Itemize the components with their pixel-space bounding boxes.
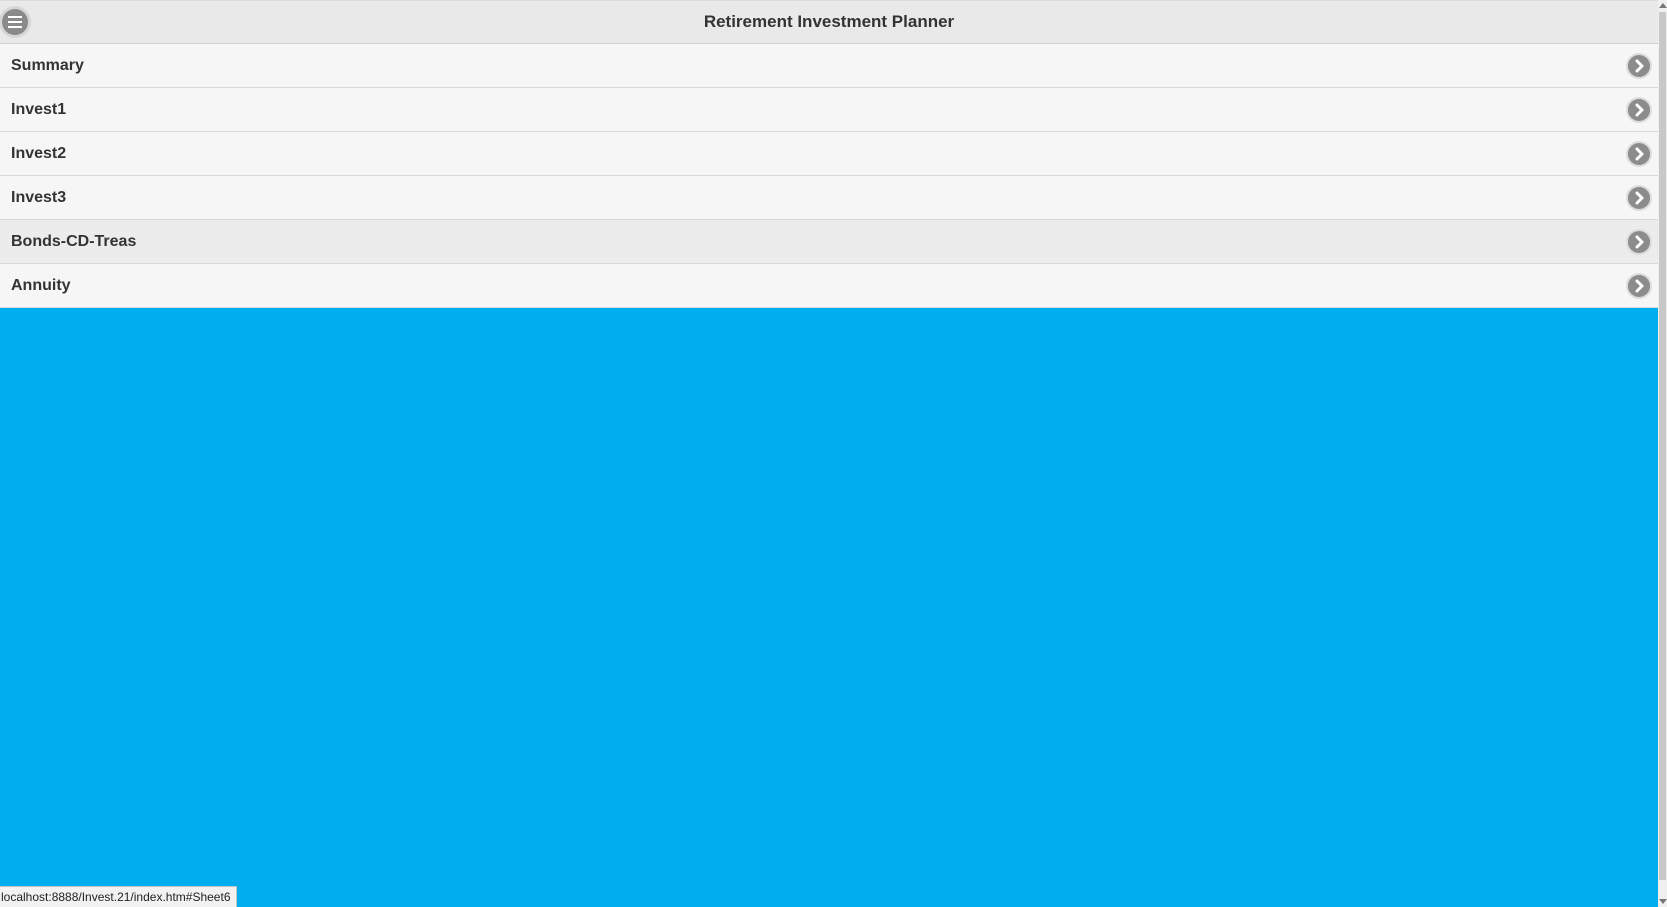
chevron-right-icon[interactable] [1628,55,1650,77]
app-content: Retirement Investment Planner Summary In… [0,0,1658,907]
sheet-list: Summary Invest1 Invest2 Invest3 Bonds-CD… [0,44,1658,308]
list-item-annuity[interactable]: Annuity [0,264,1658,308]
list-item-label: Invest2 [11,144,67,162]
menu-line [8,21,22,23]
app-page: Retirement Investment Planner Summary In… [0,0,1667,907]
chevron-right-icon[interactable] [1628,99,1650,121]
chevron-right-icon[interactable] [1628,231,1650,253]
page-title: Retirement Investment Planner [703,12,955,31]
list-item-invest1[interactable]: Invest1 [0,88,1658,132]
list-item-bonds-cd-treas[interactable]: Bonds-CD-Treas [0,220,1658,264]
list-item-invest3[interactable]: Invest3 [0,176,1658,220]
scrollbar-thumb[interactable] [1659,12,1666,880]
hamburger-menu-icon[interactable] [2,9,28,35]
scroll-up-arrow-icon[interactable] [1659,3,1667,8]
chevron-right-icon[interactable] [1628,275,1650,297]
menu-line [8,26,22,28]
list-item-label: Invest3 [11,188,67,206]
list-item-label: Invest1 [11,100,67,118]
list-item-label: Bonds-CD-Treas [11,232,137,250]
scroll-down-arrow-icon[interactable] [1659,899,1667,904]
page-header: Retirement Investment Planner [0,0,1658,44]
chevron-right-icon[interactable] [1628,187,1650,209]
browser-status-url: localhost:8888/Invest.21/index.htm#Sheet… [0,886,237,907]
list-item-label: Annuity [11,276,71,294]
list-item-invest2[interactable]: Invest2 [0,132,1658,176]
list-item-label: Summary [11,56,84,74]
vertical-scrollbar[interactable] [1658,0,1667,907]
menu-line [8,16,22,18]
list-item-summary[interactable]: Summary [0,44,1658,88]
chevron-right-icon[interactable] [1628,143,1650,165]
